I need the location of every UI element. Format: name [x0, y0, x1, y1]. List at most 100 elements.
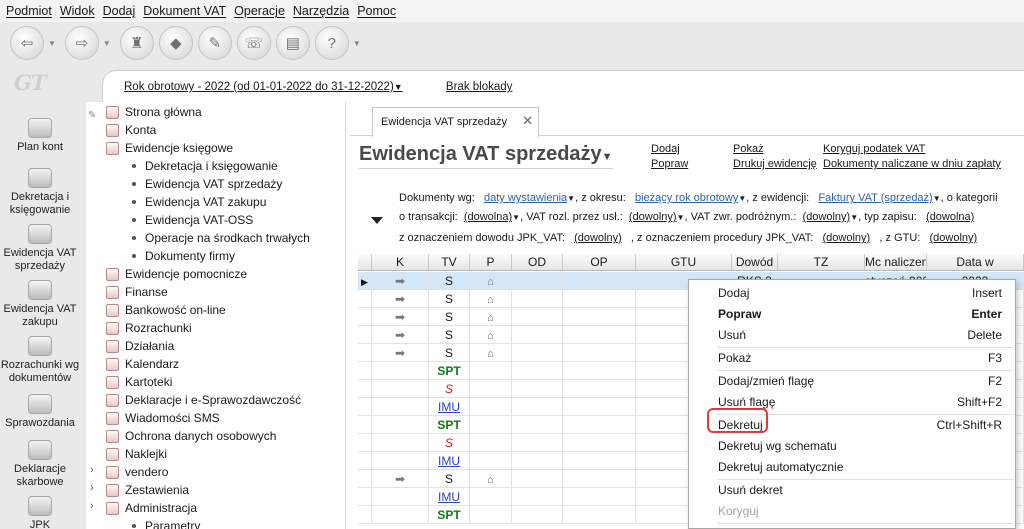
column-header[interactable]: TV: [429, 254, 470, 271]
tree-item[interactable]: Administracja: [106, 499, 197, 517]
payment-date-docs-link[interactable]: Dokumenty naliczane w dniu zapłaty: [823, 157, 1001, 172]
column-header[interactable]: OP: [563, 254, 636, 271]
menu-4[interactable]: Operacje: [234, 4, 285, 18]
add-link[interactable]: Dodaj: [651, 142, 688, 157]
tree-item[interactable]: Zestawienia: [106, 481, 189, 499]
pin-icon[interactable]: ✎: [88, 110, 96, 121]
tree-item[interactable]: Kartoteki: [106, 373, 172, 391]
tree-item[interactable]: Ochrona danych osobowych: [106, 427, 276, 445]
chevron-down-icon[interactable]: ▼: [103, 39, 111, 48]
tree-item[interactable]: Dekretacja i księgowanie: [132, 157, 278, 175]
tree-item[interactable]: Bankowość on-line: [106, 301, 226, 319]
tree-item[interactable]: Ewidencje księgowe: [106, 139, 233, 157]
chevron-down-icon[interactable]: ▼: [353, 39, 361, 48]
tools-icon[interactable]: ✎: [197, 26, 232, 60]
left-nav-item[interactable]: Dekretacja i księgowanie: [0, 168, 80, 217]
left-nav-item[interactable]: JPKSprawozdaw.: [0, 496, 80, 529]
chevron-right-icon[interactable]: ›: [90, 500, 94, 512]
context-menu-item[interactable]: Dodaj Insert: [689, 283, 1015, 304]
close-icon[interactable]: ✕: [522, 113, 533, 129]
correct-vat-link[interactable]: Koryguj podatek VAT: [823, 142, 1001, 157]
chevron-down-icon[interactable]: ▼: [48, 39, 56, 48]
tv-value[interactable]: IMU: [438, 400, 460, 414]
lock-status[interactable]: Brak blokady: [446, 81, 512, 93]
tree-item[interactable]: Ewidencja VAT zakupu: [132, 193, 266, 211]
tree-item[interactable]: Finanse: [106, 283, 168, 301]
chevron-right-icon[interactable]: ›: [90, 482, 94, 494]
print-register-link[interactable]: Drukuj ewidencję: [733, 157, 817, 172]
tree-item[interactable]: Wiadomości SMS: [106, 409, 220, 427]
column-header[interactable]: Mc naliczenia: [865, 254, 927, 271]
eraser-icon[interactable]: ◆: [158, 26, 193, 60]
context-menu-item[interactable]: Usuń Delete: [689, 325, 1015, 346]
help-icon[interactable]: ?: [314, 26, 349, 60]
column-header[interactable]: P: [470, 254, 512, 271]
phone-icon[interactable]: ☏: [236, 26, 271, 60]
filter-gtu[interactable]: (dowolny): [930, 232, 978, 244]
filter-vat-service[interactable]: (dowolny): [629, 211, 677, 223]
filter-transaction[interactable]: (dowolna): [464, 211, 512, 223]
chevron-right-icon[interactable]: ›: [90, 464, 94, 476]
table-cell: ➡: [372, 308, 429, 326]
filter-date-type[interactable]: daty wystawienia: [484, 192, 567, 204]
column-header[interactable]: Dowód: [732, 254, 778, 271]
tree-item[interactable]: Naklejki: [106, 445, 167, 463]
tree-item[interactable]: Deklaracje i e-Sprawozdawczość: [106, 391, 301, 409]
context-menu-item[interactable]: Dekretuj wg schematu: [689, 436, 1015, 457]
collapse-filters-icon[interactable]: [371, 217, 383, 224]
fiscal-year-selector[interactable]: Rok obrotowy - 2022 (od 01-01-2022 do 31…: [124, 81, 403, 93]
filter-period[interactable]: bieżący rok obrotowy: [635, 192, 738, 204]
tree-item[interactable]: Kalendarz: [106, 355, 179, 373]
show-link[interactable]: Pokaż: [733, 142, 817, 157]
context-menu-item[interactable]: Dekretuj automatycznie: [689, 457, 1015, 478]
tree-item[interactable]: Konta: [106, 121, 156, 139]
menu-0[interactable]: Podmiot: [6, 4, 52, 18]
stamp-icon[interactable]: ♜: [119, 26, 154, 60]
context-menu-item[interactable]: Pokaż F3: [689, 348, 1015, 369]
context-menu-item[interactable]: Dodaj/zmień flagę F2: [689, 371, 1015, 392]
tree-item[interactable]: vendero: [106, 463, 168, 481]
tree-item[interactable]: Ewidencja VAT sprzedaży: [132, 175, 282, 193]
column-header[interactable]: TZ: [778, 254, 865, 271]
tree-item[interactable]: Dokumenty firmy: [132, 247, 235, 265]
tree-item[interactable]: Strona główna: [106, 103, 202, 121]
back-icon[interactable]: ⇦: [10, 26, 44, 60]
left-nav-item[interactable]: Ewidencja VAT zakupu: [0, 280, 80, 329]
forward-icon[interactable]: ⇨: [64, 26, 99, 60]
tree-item[interactable]: Działania: [106, 337, 174, 355]
left-nav-item[interactable]: Plan kont: [0, 118, 80, 154]
tv-value[interactable]: IMU: [438, 490, 460, 504]
filter-jpk-proc[interactable]: (dowolny): [823, 232, 871, 244]
filter-register[interactable]: Faktury VAT (sprzedaż): [818, 192, 932, 204]
column-header[interactable]: OD: [512, 254, 563, 271]
menu-1[interactable]: Widok: [60, 4, 95, 18]
column-header[interactable]: GTU: [636, 254, 732, 271]
tab-ewidencja-vat-sprzedazy[interactable]: Ewidencja VAT sprzedaży ✕: [372, 107, 539, 137]
tree-item[interactable]: Operacje na środkach trwałych: [132, 229, 310, 247]
context-menu-item[interactable]: Włącz korygowanie VAT: [689, 524, 1015, 529]
page-title[interactable]: Ewidencja VAT sprzedaży▼: [359, 143, 613, 169]
left-nav-item[interactable]: Sprawozdania: [0, 394, 80, 430]
tree-item[interactable]: Ewidencje pomocnicze: [106, 265, 247, 283]
menu-2[interactable]: Dodaj: [103, 4, 136, 18]
menu-6[interactable]: Pomoc: [357, 4, 396, 18]
context-menu-item[interactable]: Popraw Enter: [689, 304, 1015, 325]
tree-item[interactable]: Ewidencja VAT-OSS: [132, 211, 253, 229]
edit-link[interactable]: Popraw: [651, 157, 688, 172]
column-header[interactable]: K: [372, 254, 429, 271]
column-header[interactable]: Data w: [927, 254, 1024, 271]
menu-5[interactable]: Narzędzia: [293, 4, 349, 18]
filter-vat-refund[interactable]: (dowolny): [803, 211, 851, 223]
menu-item-label: Pokaż: [718, 351, 752, 365]
left-nav-item[interactable]: Rozrachunki wg dokumentów: [0, 336, 80, 385]
menu-3[interactable]: Dokument VAT: [143, 4, 226, 18]
tree-item[interactable]: Parametry: [132, 517, 200, 529]
printer-icon[interactable]: ▤: [275, 26, 310, 60]
left-nav-item[interactable]: Ewidencja VAT sprzedaży: [0, 224, 80, 273]
tv-value[interactable]: IMU: [438, 454, 460, 468]
filter-entry-type[interactable]: (dowolna): [926, 211, 974, 223]
context-menu-item[interactable]: Usuń dekret: [689, 480, 1015, 501]
filter-jpk-doc[interactable]: (dowolny): [574, 232, 622, 244]
left-nav-item[interactable]: Deklaracje skarbowe: [0, 440, 80, 489]
tree-item[interactable]: Rozrachunki: [106, 319, 192, 337]
